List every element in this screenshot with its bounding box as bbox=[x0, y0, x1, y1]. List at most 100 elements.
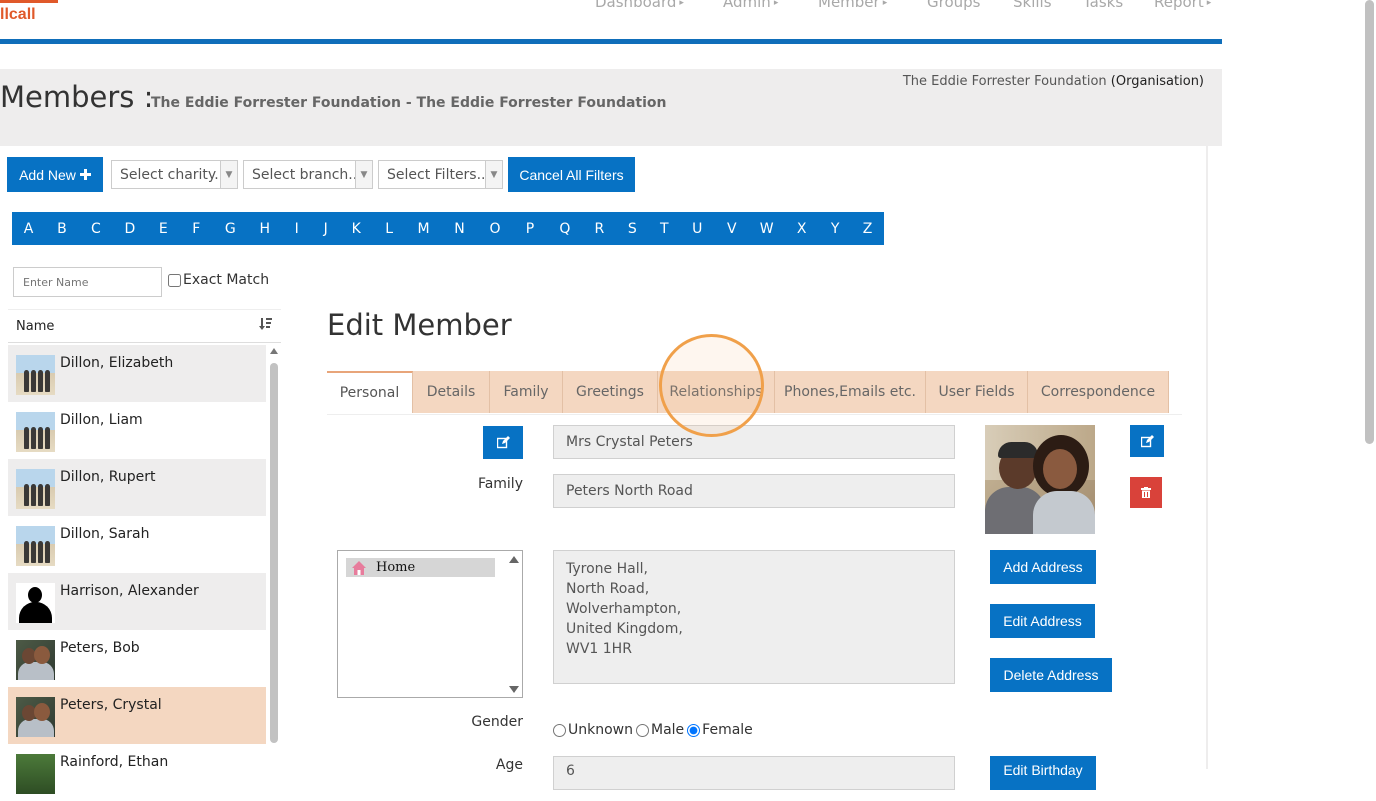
alpha-letter-h[interactable]: H bbox=[248, 212, 282, 245]
add-new-button[interactable]: Add New bbox=[7, 157, 103, 192]
nav-member[interactable]: Member ▸ bbox=[818, 0, 887, 11]
age-field[interactable]: 6 bbox=[553, 756, 955, 790]
charity-select[interactable]: Select charity... ▼ bbox=[111, 160, 238, 189]
alpha-letter-b[interactable]: B bbox=[45, 212, 79, 245]
alpha-letter-x[interactable]: X bbox=[784, 212, 819, 245]
alpha-letter-l[interactable]: L bbox=[373, 212, 406, 245]
alpha-letter-o[interactable]: O bbox=[478, 212, 513, 245]
member-list-header[interactable]: Name bbox=[8, 309, 281, 343]
address-type-list[interactable]: Home bbox=[337, 550, 523, 698]
alpha-letter-z[interactable]: Z bbox=[851, 212, 884, 245]
member-row[interactable]: Dillon, Liam bbox=[8, 402, 266, 459]
delete-address-button[interactable]: Delete Address bbox=[990, 658, 1112, 692]
alpha-letter-q[interactable]: Q bbox=[547, 212, 582, 245]
nav-skills[interactable]: Skills bbox=[1013, 0, 1052, 11]
family-field[interactable]: Peters North Road bbox=[553, 474, 955, 508]
member-avatar bbox=[16, 640, 55, 680]
exact-match-checkbox[interactable] bbox=[168, 273, 181, 287]
address-display: Tyrone Hall, North Road, Wolverhampton, … bbox=[553, 550, 955, 684]
edit-photo-button[interactable] bbox=[1130, 425, 1164, 457]
page-scroll-thumb[interactable] bbox=[1365, 0, 1374, 444]
member-list-scrollbar[interactable] bbox=[268, 345, 280, 769]
alpha-letter-p[interactable]: P bbox=[512, 212, 547, 245]
name-search-input[interactable] bbox=[13, 267, 162, 297]
gender-unknown-radio[interactable] bbox=[553, 723, 566, 737]
scroll-up-arrow-icon[interactable] bbox=[509, 556, 519, 563]
edit-name-button[interactable] bbox=[483, 426, 523, 459]
cancel-all-filters-button[interactable]: Cancel All Filters bbox=[508, 157, 635, 192]
member-name-field[interactable]: Mrs Crystal Peters bbox=[553, 425, 955, 459]
member-row[interactable]: Dillon, Elizabeth bbox=[8, 345, 266, 402]
nav-dashboard[interactable]: Dashboard ▸ bbox=[595, 0, 684, 11]
address-item-home[interactable]: Home bbox=[346, 558, 495, 577]
member-row[interactable]: Dillon, Sarah bbox=[8, 516, 266, 573]
member-avatar bbox=[16, 583, 55, 623]
alpha-letter-n[interactable]: N bbox=[442, 212, 478, 245]
tab-greetings[interactable]: Greetings bbox=[563, 371, 658, 413]
alpha-letter-v[interactable]: V bbox=[714, 212, 749, 245]
gender-male-radio[interactable] bbox=[636, 723, 649, 737]
tab-user-fields[interactable]: User Fields bbox=[926, 371, 1028, 413]
alpha-letter-m[interactable]: M bbox=[406, 212, 442, 245]
home-icon bbox=[352, 560, 366, 575]
branch-select[interactable]: Select branch... ▼ bbox=[243, 160, 373, 189]
alpha-letter-c[interactable]: C bbox=[79, 212, 113, 245]
gender-male-option[interactable]: Male bbox=[636, 722, 684, 738]
gender-unknown-option[interactable]: Unknown bbox=[553, 722, 633, 738]
page-title: Members : bbox=[0, 80, 154, 114]
alpha-letter-y[interactable]: Y bbox=[819, 212, 851, 245]
member-avatar bbox=[16, 469, 55, 509]
alpha-letter-g[interactable]: G bbox=[213, 212, 248, 245]
page-scrollbar[interactable] bbox=[1361, 0, 1376, 769]
alpha-letter-f[interactable]: F bbox=[180, 212, 213, 245]
nav-groups[interactable]: Groups bbox=[927, 0, 980, 11]
member-row[interactable]: Peters, Crystal bbox=[8, 687, 266, 744]
alpha-letter-r[interactable]: R bbox=[582, 212, 616, 245]
alpha-letter-j[interactable]: J bbox=[312, 212, 340, 245]
alpha-letter-t[interactable]: T bbox=[648, 212, 680, 245]
tab-correspondence[interactable]: Correspondence bbox=[1028, 371, 1169, 413]
member-row[interactable]: Harrison, Alexander bbox=[8, 573, 266, 630]
tab-personal[interactable]: Personal bbox=[327, 371, 413, 413]
member-name: Peters, Bob bbox=[60, 640, 140, 656]
alpha-letter-u[interactable]: U bbox=[680, 212, 714, 245]
member-photo bbox=[985, 425, 1095, 534]
organisation-label: The Eddie Forrester Foundation (Organisa… bbox=[902, 74, 1204, 89]
alpha-letter-k[interactable]: K bbox=[340, 212, 373, 245]
delete-photo-button[interactable] bbox=[1130, 477, 1162, 508]
edit-birthday-button[interactable]: Edit Birthday bbox=[990, 756, 1096, 790]
nav-tasks[interactable]: Tasks bbox=[1083, 0, 1123, 11]
nav-admin[interactable]: Admin ▸ bbox=[723, 0, 778, 11]
address-line: WV1 1HR bbox=[566, 641, 632, 657]
plus-icon bbox=[79, 169, 91, 180]
scroll-down-arrow-icon[interactable] bbox=[509, 686, 519, 693]
member-row[interactable]: Peters, Bob bbox=[8, 630, 266, 687]
add-address-button[interactable]: Add Address bbox=[990, 550, 1096, 584]
member-name: Peters, Crystal bbox=[60, 697, 162, 713]
alpha-letter-e[interactable]: E bbox=[147, 212, 180, 245]
scroll-up-arrow-icon[interactable] bbox=[270, 348, 278, 354]
logo-mark bbox=[0, 0, 58, 3]
member-row[interactable]: Dillon, Rupert bbox=[8, 459, 266, 516]
caret-right-icon: ▸ bbox=[773, 0, 779, 8]
scroll-thumb[interactable] bbox=[270, 363, 278, 743]
filters-select[interactable]: Select Filters... ▼ bbox=[378, 160, 503, 189]
edit-icon bbox=[496, 436, 510, 449]
edit-address-button[interactable]: Edit Address bbox=[990, 604, 1095, 638]
nav-report[interactable]: Report ▸ bbox=[1154, 0, 1211, 11]
alpha-letter-d[interactable]: D bbox=[113, 212, 147, 245]
caret-right-icon: ▸ bbox=[679, 0, 684, 8]
gender-female-option[interactable]: Female bbox=[687, 722, 753, 738]
member-row[interactable]: Rainford, Ethan bbox=[8, 744, 266, 801]
alpha-letter-s[interactable]: S bbox=[616, 212, 648, 245]
member-name: Rainford, Ethan bbox=[60, 754, 169, 770]
tab-details[interactable]: Details bbox=[413, 371, 490, 413]
alpha-letter-i[interactable]: I bbox=[282, 212, 312, 245]
alpha-letter-a[interactable]: A bbox=[12, 212, 45, 245]
tab-family[interactable]: Family bbox=[490, 371, 563, 413]
tab-phones-emails[interactable]: Phones,Emails etc. bbox=[775, 371, 926, 413]
alpha-letter-w[interactable]: W bbox=[749, 212, 784, 245]
gender-female-radio[interactable] bbox=[687, 723, 701, 737]
sort-alpha-icon[interactable] bbox=[259, 317, 273, 331]
exact-match-option[interactable]: Exact Match bbox=[167, 272, 269, 288]
